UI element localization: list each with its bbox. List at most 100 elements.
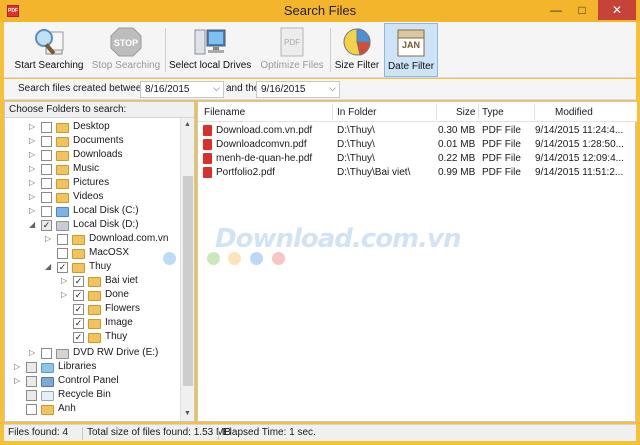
chevron-down-icon: ⌵ (329, 83, 336, 93)
column-divider[interactable] (478, 104, 479, 120)
checkbox[interactable] (41, 348, 52, 359)
start-date-picker[interactable]: 8/16/2015 ⌵ (140, 81, 224, 98)
date-filter-button[interactable]: JAN Date Filter (384, 23, 438, 77)
start-searching-button[interactable]: Start Searching (12, 23, 86, 77)
close-button[interactable]: ✕ (598, 0, 636, 20)
checkbox[interactable]: ✓ (73, 332, 84, 343)
checkbox[interactable]: ✓ (73, 290, 84, 301)
folder-icon (88, 333, 101, 343)
checkbox[interactable] (41, 178, 52, 189)
column-modified[interactable]: Modified (555, 107, 593, 118)
folder-icon (56, 151, 69, 161)
end-date-picker[interactable]: 9/16/2015 ⌵ (256, 81, 340, 98)
column-filename[interactable]: Filename (204, 107, 245, 118)
size-filter-button[interactable]: Size Filter (334, 23, 380, 77)
stop-icon-text: STOP (114, 38, 138, 48)
folder-icon (56, 137, 69, 147)
checkbox[interactable] (26, 390, 37, 401)
table-row[interactable]: Downloadcomvn.pdf D:\Thuy\ 0.01 MB PDF F… (198, 138, 637, 152)
checkbox[interactable]: ✓ (41, 220, 52, 231)
expand-arrow-icon[interactable]: ▷ (29, 122, 39, 131)
stop-searching-button[interactable]: STOP Stop Searching (90, 23, 162, 77)
checkbox[interactable]: ✓ (57, 262, 68, 273)
expand-arrow-icon[interactable]: ▷ (29, 348, 39, 357)
folder-tree-header: Choose Folders to search: (5, 102, 194, 118)
date-filter-label: Date Filter (387, 61, 435, 72)
scroll-up-arrow-icon[interactable]: ▲ (181, 118, 194, 132)
table-row[interactable]: menh-de-quan-he.pdf D:\Thuy\ 0.22 MB PDF… (198, 152, 637, 166)
expand-arrow-icon[interactable]: ▷ (29, 206, 39, 215)
expand-arrow-icon[interactable]: ▷ (29, 136, 39, 145)
column-size[interactable]: Size (456, 107, 475, 118)
start-date-value: 8/16/2015 (145, 84, 190, 95)
optimize-files-button[interactable]: PDF Optimize Files (258, 23, 326, 77)
computer-icon (193, 26, 227, 58)
control-panel-icon (41, 377, 54, 387)
music-folder-icon (56, 165, 69, 175)
checkbox[interactable] (26, 404, 37, 415)
status-bar: Files found: 4 Total size of files found… (4, 424, 636, 441)
select-local-drives-label: Select local Drives (169, 60, 252, 71)
maximize-button[interactable]: □ (568, 0, 596, 20)
column-in-folder[interactable]: In Folder (337, 107, 376, 118)
folder-icon (88, 277, 101, 287)
expand-arrow-icon[interactable]: ▷ (29, 178, 39, 187)
collapse-arrow-icon[interactable]: ◢ (45, 262, 55, 271)
checkbox[interactable] (41, 122, 52, 133)
toolbar-separator (330, 28, 331, 72)
date-range-label: Search files created between: (18, 83, 150, 94)
watermark-dot (207, 252, 220, 265)
checkbox[interactable]: ✓ (73, 318, 84, 329)
minimize-button[interactable]: — (542, 0, 570, 20)
optimize-files-label: Optimize Files (260, 60, 324, 71)
checkbox[interactable] (41, 150, 52, 161)
optimize-icon-text: PDF (284, 38, 300, 47)
column-type[interactable]: Type (482, 107, 504, 118)
pdf-file-icon (203, 139, 212, 150)
checkbox[interactable] (26, 362, 37, 373)
checkbox[interactable] (41, 192, 52, 203)
checkbox[interactable] (41, 206, 52, 217)
pdf-optimize-icon: PDF (275, 26, 309, 58)
scroll-thumb[interactable] (183, 176, 193, 386)
checkbox[interactable] (41, 136, 52, 147)
expand-arrow-icon[interactable]: ▷ (29, 192, 39, 201)
tree-scrollbar[interactable]: ▲ ▼ (180, 118, 194, 421)
expand-arrow-icon[interactable]: ▷ (45, 234, 55, 243)
pdf-file-icon (203, 167, 212, 178)
column-divider[interactable] (332, 104, 333, 120)
column-divider[interactable] (534, 104, 535, 120)
select-local-drives-button[interactable]: Select local Drives (169, 23, 251, 77)
table-row[interactable]: Download.com.vn.pdf D:\Thuy\ 0.30 MB PDF… (198, 124, 637, 138)
folder-icon (56, 123, 69, 133)
column-divider[interactable] (436, 104, 437, 120)
checkbox[interactable]: ✓ (73, 276, 84, 287)
checkbox[interactable] (57, 234, 68, 245)
checkbox[interactable] (57, 248, 68, 259)
magnifier-icon (32, 26, 66, 58)
drive-icon (56, 221, 69, 231)
folder-tree: ▷ Desktop ▷ Documents ▷ Downloads ▷ Music ▷ P… (14, 121, 169, 415)
checkbox[interactable] (41, 164, 52, 175)
expand-arrow-icon[interactable]: ▷ (61, 290, 71, 299)
expand-arrow-icon[interactable]: ▷ (61, 276, 71, 285)
checkbox[interactable] (26, 376, 37, 387)
expand-arrow-icon[interactable]: ▷ (29, 164, 39, 173)
stop-icon: STOP (109, 26, 143, 58)
folder-icon (88, 291, 101, 301)
folder-icon (72, 263, 85, 273)
watermark-dot (272, 252, 285, 265)
watermark-dot (228, 252, 241, 265)
date-range-bar: Search files created between: 8/16/2015 … (4, 79, 636, 100)
expand-arrow-icon[interactable]: ▷ (14, 362, 24, 371)
scroll-down-arrow-icon[interactable]: ▼ (181, 407, 194, 421)
watermark-dot (163, 252, 176, 265)
checkbox[interactable]: ✓ (73, 304, 84, 315)
expand-arrow-icon[interactable]: ▷ (14, 376, 24, 385)
drive-icon (56, 207, 69, 217)
table-row[interactable]: Portfolio2.pdf D:\Thuy\Bai viet\ 0.99 MB… (198, 166, 637, 180)
dvd-drive-icon (56, 349, 69, 359)
elapsed-time: Elapsed Time: 1 sec. (223, 427, 316, 438)
expand-arrow-icon[interactable]: ▷ (29, 150, 39, 159)
collapse-arrow-icon[interactable]: ◢ (29, 220, 39, 229)
